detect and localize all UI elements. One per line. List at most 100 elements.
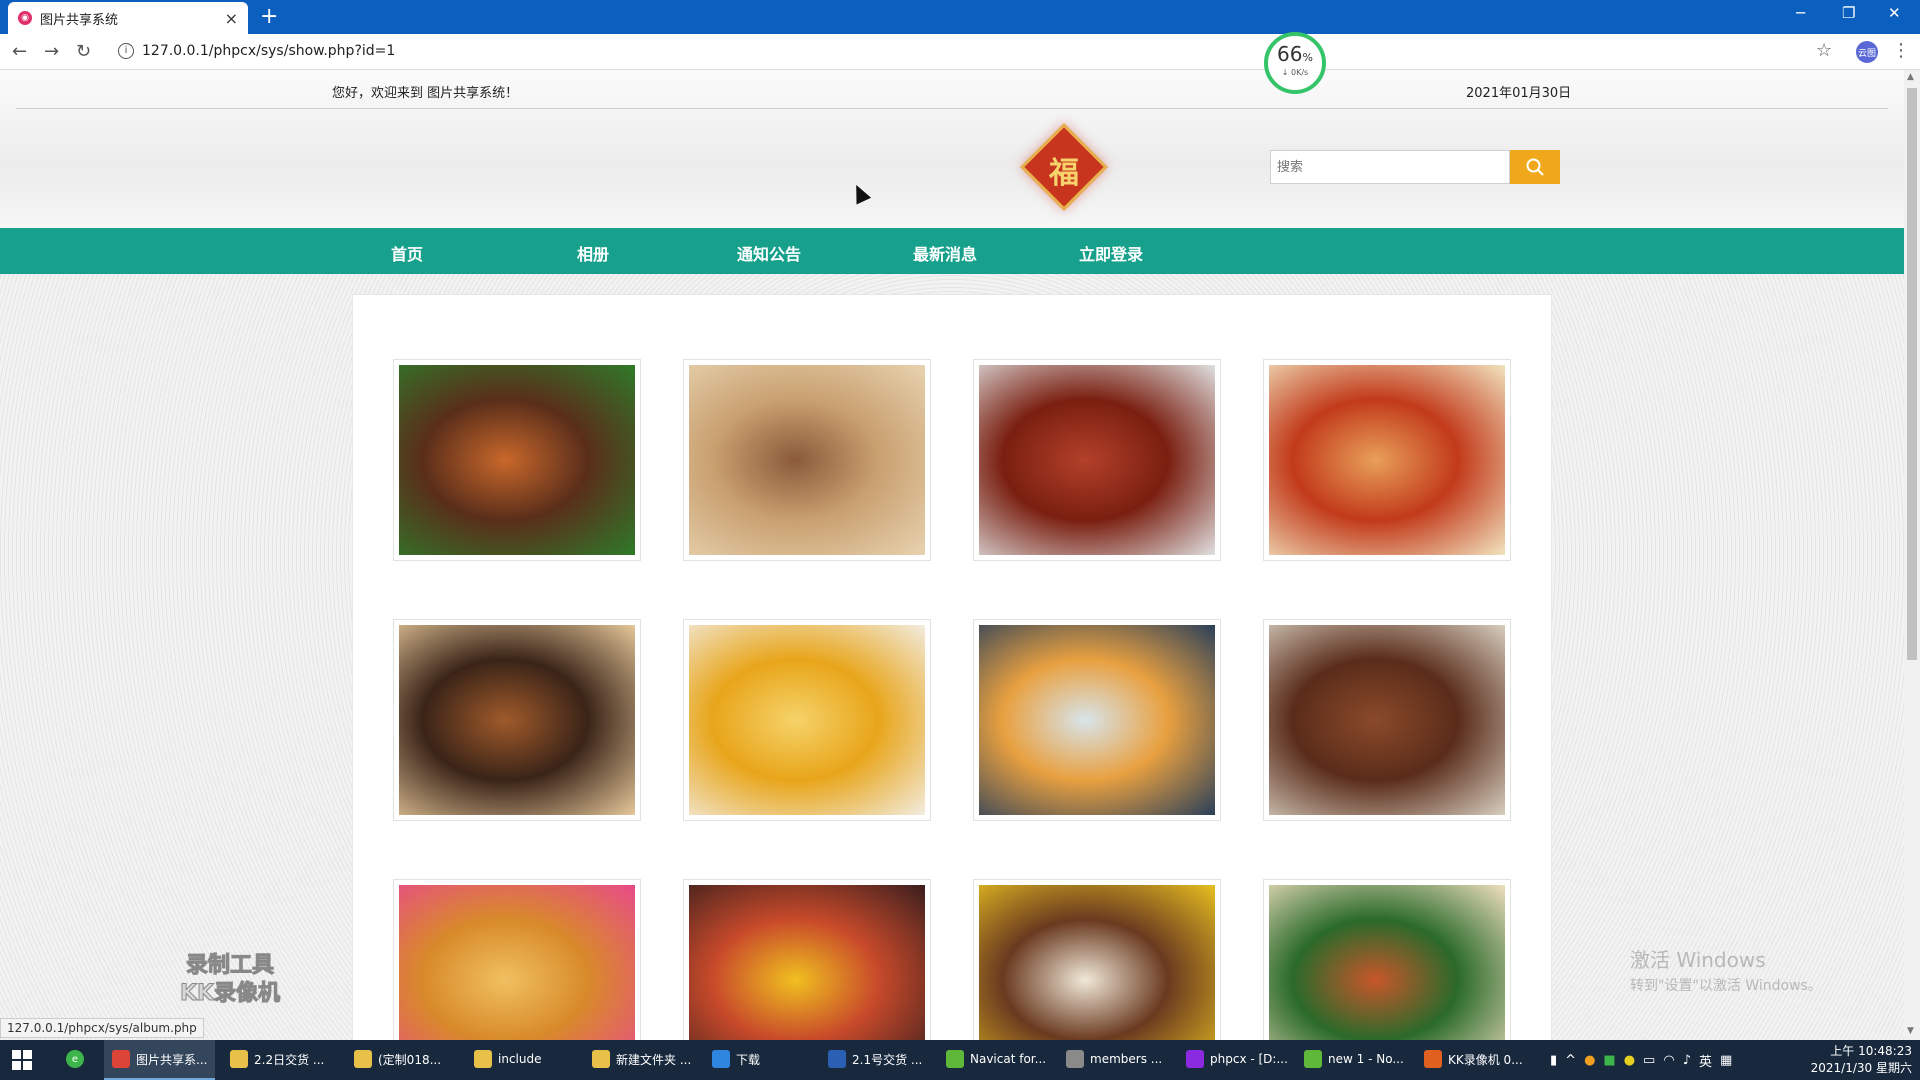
watermark-line1: 录制工具: [185, 953, 274, 979]
tray-app-icon[interactable]: ●: [1624, 1053, 1635, 1068]
minimize-icon[interactable]: ─: [1796, 4, 1805, 22]
page-body: 您好，欢迎来到 图片共享系统！ 2021年01月30日 福 首页 相册 通知公告…: [0, 70, 1904, 1040]
browser-tab[interactable]: ◉ 图片共享系统 ×: [8, 2, 248, 34]
taskbar-item-label: (定制018...: [378, 1052, 442, 1067]
taskbar-item-label: 2.2日交货 ...: [254, 1052, 325, 1067]
forward-icon[interactable]: →: [44, 41, 59, 62]
taskbar-item-label: phpcx - [D:...: [1210, 1052, 1288, 1066]
food-photo: [689, 885, 925, 1040]
photo-tile[interactable]: [393, 619, 641, 821]
photo-tile[interactable]: [683, 619, 931, 821]
tray-app-icon[interactable]: ●: [1584, 1053, 1595, 1068]
taskbar-item-label: 下载: [736, 1052, 761, 1067]
taskbar-clock[interactable]: 上午 10:48:23 2021/1/30 星期六: [1808, 1043, 1912, 1077]
close-window-icon[interactable]: ✕: [1888, 4, 1901, 22]
taskbar-item-label: new 1 - No...: [1328, 1052, 1404, 1066]
page-scrollbar[interactable]: ▲ ▼: [1904, 70, 1920, 1040]
network-icon[interactable]: ▭: [1643, 1053, 1655, 1068]
taskbar-item[interactable]: 下载: [704, 1040, 768, 1080]
reload-icon[interactable]: ↻: [76, 41, 91, 62]
nav-notices[interactable]: 通知公告: [737, 241, 801, 265]
photo-tile[interactable]: [683, 359, 931, 561]
nav-login[interactable]: 立即登录: [1079, 241, 1143, 265]
taskbar-item-label: 图片共享系...: [136, 1052, 208, 1067]
speed-percent: 66%: [1277, 42, 1313, 66]
back-icon[interactable]: ←: [12, 41, 27, 62]
nav-home[interactable]: 首页: [391, 241, 423, 265]
search-input[interactable]: [1271, 151, 1509, 183]
volume-icon[interactable]: ♪: [1683, 1053, 1691, 1068]
clock-time: 上午 10:48:23: [1830, 1044, 1912, 1058]
food-photo: [689, 625, 925, 815]
taskbar-item[interactable]: 图片共享系...: [104, 1040, 216, 1080]
close-tab-icon[interactable]: ×: [225, 9, 238, 28]
download-icon: [712, 1050, 730, 1068]
nav-latest-news[interactable]: 最新消息: [913, 241, 977, 265]
photo-tile[interactable]: [393, 359, 641, 561]
nav-albums[interactable]: 相册: [577, 241, 609, 265]
keyboard-icon[interactable]: ▦: [1720, 1053, 1732, 1068]
folder-icon: [354, 1050, 372, 1068]
search-icon: [1526, 158, 1544, 176]
taskbar-item[interactable]: Navicat for...: [938, 1040, 1054, 1080]
profile-avatar[interactable]: 云图: [1856, 41, 1878, 63]
recorder-watermark: 录制工具 KK录像机: [160, 952, 300, 1008]
system-tray: ▮ ^ ● ■ ● ▭ ◠ ♪ 英 ▦: [1550, 1040, 1732, 1080]
wifi-icon[interactable]: ◠: [1663, 1053, 1674, 1068]
folder-icon: [230, 1050, 248, 1068]
taskbar-item-label: 新建文件夹 ...: [616, 1052, 692, 1067]
url-field[interactable]: 127.0.0.1/phpcx/sys/show.php?id=1: [142, 43, 395, 59]
activate-line1: 激活 Windows: [1630, 948, 1766, 972]
food-photo: [689, 365, 925, 555]
new-tab-icon[interactable]: +: [260, 4, 278, 29]
welcome-text: 您好，欢迎来到 图片共享系统！: [332, 86, 519, 101]
taskbar-item[interactable]: 新建文件夹 ...: [584, 1040, 699, 1080]
food-photo: [1269, 365, 1505, 555]
site-info-icon[interactable]: i: [118, 43, 134, 59]
battery-icon[interactable]: ▮: [1550, 1053, 1557, 1068]
taskbar-item-label: 2.1号交货 ...: [852, 1052, 923, 1067]
ime-indicator[interactable]: 英: [1699, 1051, 1712, 1070]
taskbar-item[interactable]: phpcx - [D:...: [1178, 1040, 1296, 1080]
network-speed-widget[interactable]: 66% ↓ 0K/s: [1264, 32, 1326, 94]
app-favicon-icon: ◉: [18, 11, 32, 25]
windows-start-icon[interactable]: [12, 1050, 32, 1070]
browser-menu-icon[interactable]: ⋮: [1892, 40, 1910, 61]
photo-tile[interactable]: [1263, 619, 1511, 821]
scroll-down-icon[interactable]: ▼: [1907, 1026, 1914, 1036]
taskbar-item[interactable]: 2.1号交货 ...: [820, 1040, 930, 1080]
photo-tile[interactable]: [973, 619, 1221, 821]
scroll-thumb[interactable]: [1907, 88, 1917, 660]
food-photo: [1269, 885, 1505, 1040]
taskbar-item[interactable]: 2.2日交货 ...: [222, 1040, 332, 1080]
taskbar-item[interactable]: KK录像机 0...: [1416, 1040, 1531, 1080]
folder-icon: [474, 1050, 492, 1068]
windows-taskbar: e 图片共享系... 2.2日交货 ... (定制018... include 新建文件…: [0, 1040, 1920, 1080]
logo-char: 福: [1049, 156, 1079, 191]
photo-tile[interactable]: [973, 879, 1221, 1040]
tray-app-icon[interactable]: ■: [1603, 1053, 1615, 1068]
taskbar-item[interactable]: include: [466, 1040, 549, 1080]
search-button[interactable]: [1510, 150, 1560, 184]
taskbar-360-browser[interactable]: e: [58, 1040, 92, 1080]
taskbar-item-label: include: [498, 1052, 542, 1066]
word-icon: [828, 1050, 846, 1068]
food-photo: [399, 885, 635, 1040]
taskbar-item[interactable]: (定制018...: [346, 1040, 449, 1080]
taskbar-item[interactable]: members ...: [1058, 1040, 1170, 1080]
bookmark-star-icon[interactable]: ☆: [1816, 40, 1832, 61]
photo-tile[interactable]: [393, 879, 641, 1040]
food-photo: [979, 625, 1215, 815]
scroll-up-icon[interactable]: ▲: [1907, 72, 1914, 82]
food-photo: [1269, 625, 1505, 815]
photo-tile[interactable]: [973, 359, 1221, 561]
taskbar-item-label: members ...: [1090, 1052, 1163, 1066]
restore-icon[interactable]: ❐: [1842, 4, 1855, 22]
navicat-icon: [946, 1050, 964, 1068]
tray-expand-icon[interactable]: ^: [1565, 1053, 1576, 1068]
photo-tile[interactable]: [683, 879, 931, 1040]
clock-date: 2021/1/30 星期六: [1810, 1061, 1912, 1075]
photo-tile[interactable]: [1263, 879, 1511, 1040]
taskbar-item[interactable]: new 1 - No...: [1296, 1040, 1412, 1080]
photo-tile[interactable]: [1263, 359, 1511, 561]
